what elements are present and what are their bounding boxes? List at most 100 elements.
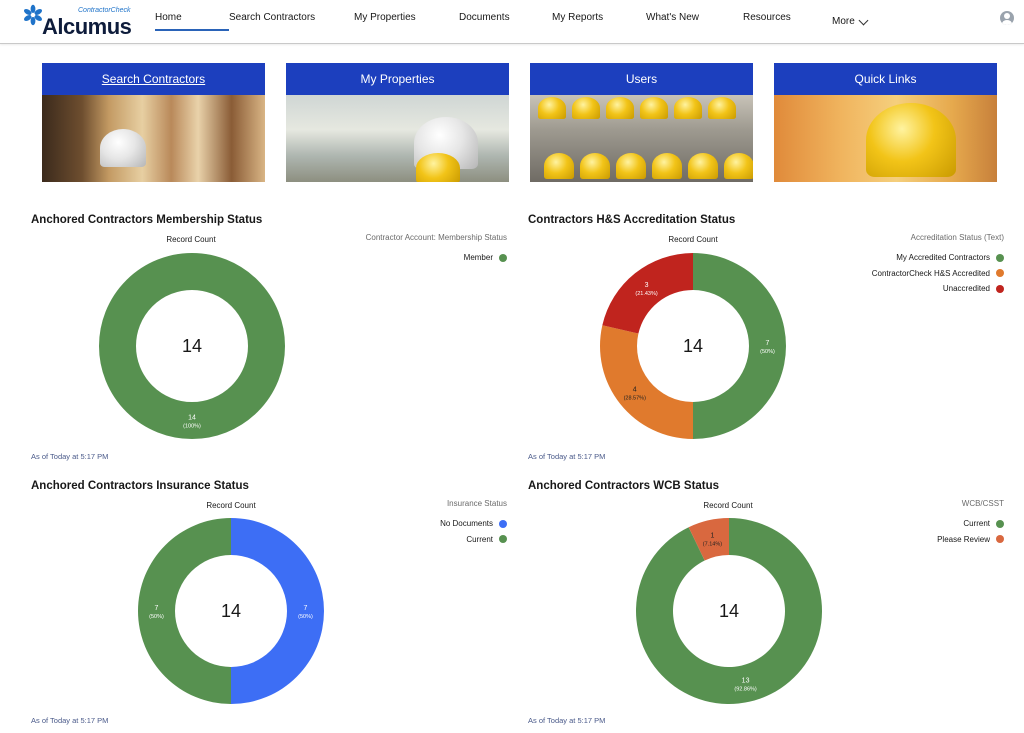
chart-title: Anchored Contractors Membership Status xyxy=(31,214,263,226)
donut-chart: 7 (50%) 4 (28.57%) 3 (21.43%) 14 xyxy=(600,253,786,439)
tile-quick-links[interactable]: Quick Links xyxy=(774,63,997,182)
refresh-timestamp: As of Today at 5:17 PM xyxy=(31,452,109,461)
alcumus-logo[interactable]: ContractorCheck Alcumus xyxy=(22,4,132,39)
nav-item-more[interactable]: More xyxy=(832,0,869,44)
legend-label: No Documents xyxy=(440,519,493,529)
legend-swatch xyxy=(499,535,507,544)
slice-value-label: 1 xyxy=(710,532,714,539)
tile-search-contractors[interactable]: Search Contractors xyxy=(42,63,265,182)
donut-slice-no-documents[interactable] xyxy=(231,518,324,704)
legend-label: Current xyxy=(963,519,990,529)
legend-label: My Accredited Contractors xyxy=(896,253,990,263)
slice-percent-label: (21.43%) xyxy=(635,291,657,297)
chart-legend: No Documents Current xyxy=(440,516,507,547)
nav-item-documents[interactable]: Documents xyxy=(459,0,552,44)
legend-item-current[interactable]: Current xyxy=(440,532,507,548)
legend-swatch xyxy=(499,253,507,262)
top-navigation-bar: ContractorCheck Alcumus Home Search Cont… xyxy=(0,0,1024,44)
chart-legend: My Accredited Contractors ContractorCheck… xyxy=(872,250,1004,297)
tile-title[interactable]: Search Contractors xyxy=(42,63,265,95)
refresh-timestamp: As of Today at 5:17 PM xyxy=(528,452,606,461)
refresh-timestamp: As of Today at 5:17 PM xyxy=(528,716,606,725)
slice-value-label: 14 xyxy=(188,415,196,422)
legend-label: Current xyxy=(466,534,493,544)
donut-chart: 7 (50%) 7 (50%) 14 xyxy=(138,518,324,704)
donut-center-total: 14 xyxy=(182,336,202,356)
legend-item-unaccredited[interactable]: Unaccredited xyxy=(872,281,1004,297)
slice-percent-label: (28.57%) xyxy=(624,395,646,401)
slice-value-label: 7 xyxy=(766,340,770,347)
legend-swatch xyxy=(996,519,1004,528)
legend-title: WCB/CSST xyxy=(961,499,1004,508)
legend-swatch xyxy=(996,269,1004,278)
chart-panel-accreditation-status: Contractors H&S Accreditation Status Rec… xyxy=(528,214,1008,464)
donut-chart: 14 (100%) 14 xyxy=(99,253,285,439)
legend-item-contractorcheck-h-s-accredited[interactable]: ContractorCheck H&S Accredited xyxy=(872,266,1004,282)
chart-measure-label: Record Count xyxy=(166,235,216,244)
tile-title: Quick Links xyxy=(774,63,997,95)
chart-panel-membership-status: Anchored Contractors Membership Status R… xyxy=(31,214,511,464)
nav-item-search-contractors[interactable]: Search Contractors xyxy=(229,0,354,44)
tile-users[interactable]: Users xyxy=(530,63,753,182)
donut-slice-my-accredited-contractors[interactable] xyxy=(693,253,786,439)
slice-percent-label: (50%) xyxy=(760,349,775,355)
chart-legend: Member xyxy=(464,250,507,266)
refresh-timestamp: As of Today at 5:17 PM xyxy=(31,716,109,725)
legend-item-my-accredited-contractors[interactable]: My Accredited Contractors xyxy=(872,250,1004,266)
nav-menu: Home Search Contractors My Properties Do… xyxy=(155,0,869,44)
legend-item-no-documents[interactable]: No Documents xyxy=(440,516,507,532)
donut-slice-contractorcheck-h-s-accredited[interactable] xyxy=(600,325,693,439)
tile-image-yellow-hard-hat xyxy=(774,95,997,182)
nav-item-resources[interactable]: Resources xyxy=(743,0,832,44)
nav-item-my-reports[interactable]: My Reports xyxy=(552,0,646,44)
chart-title: Anchored Contractors Insurance Status xyxy=(31,480,249,492)
legend-label: ContractorCheck H&S Accredited xyxy=(871,268,990,278)
logo-star-icon xyxy=(23,4,43,26)
slice-percent-label: (50%) xyxy=(298,614,313,620)
nav-item-whats-new[interactable]: What's New xyxy=(646,0,743,44)
tile-image-hat-rack xyxy=(530,95,753,182)
slice-value-label: 3 xyxy=(645,282,649,289)
tile-image-contractor-framing xyxy=(42,95,265,182)
legend-title: Accreditation Status (Text) xyxy=(910,233,1004,242)
legend-item-current[interactable]: Current xyxy=(937,516,1004,532)
chart-title: Anchored Contractors WCB Status xyxy=(528,480,720,492)
legend-title: Insurance Status xyxy=(446,499,507,508)
donut-center-total: 14 xyxy=(221,601,241,621)
chart-measure-label: Record Count xyxy=(206,501,256,510)
slice-percent-label: (7.14%) xyxy=(703,541,722,547)
tile-title: My Properties xyxy=(286,63,509,95)
legend-swatch xyxy=(996,535,1004,544)
legend-label: Unaccredited xyxy=(942,284,990,294)
donut-center-total: 14 xyxy=(719,601,739,621)
chart-panel-wcb-status: Anchored Contractors WCB Status Record C… xyxy=(528,480,1008,730)
slice-value-label: 4 xyxy=(633,386,637,393)
legend-label: Please Review xyxy=(937,534,990,544)
nav-item-home[interactable]: Home xyxy=(155,0,229,44)
legend-item-member[interactable]: Member xyxy=(464,250,507,266)
logo-wordmark: Alcumus xyxy=(42,14,132,39)
chevron-down-icon xyxy=(858,15,869,25)
nav-item-my-properties[interactable]: My Properties xyxy=(354,0,459,44)
tile-my-properties[interactable]: My Properties xyxy=(286,63,509,182)
legend-item-please-review[interactable]: Please Review xyxy=(937,532,1004,548)
tile-image-hard-hat xyxy=(286,95,509,182)
chart-measure-label: Record Count xyxy=(668,235,718,244)
nav-more-label: More xyxy=(832,16,855,27)
legend-label: Member xyxy=(463,253,493,263)
slice-percent-label: (50%) xyxy=(149,614,164,620)
donut-chart: 13 (92.86%) 1 (7.14%) 14 xyxy=(636,518,822,704)
chart-legend: Current Please Review xyxy=(937,516,1004,547)
tile-title: Users xyxy=(530,63,753,95)
donut-slice-current[interactable] xyxy=(138,518,231,704)
chart-measure-label: Record Count xyxy=(703,501,753,510)
logo-subbrand: ContractorCheck xyxy=(78,7,131,14)
legend-title: Contractor Account: Membership Status xyxy=(365,233,507,242)
user-avatar-icon[interactable] xyxy=(1000,11,1014,25)
slice-value-label: 7 xyxy=(155,605,159,612)
donut-center-total: 14 xyxy=(683,336,703,356)
legend-swatch xyxy=(499,519,507,528)
legend-swatch xyxy=(996,284,1004,293)
chart-title: Contractors H&S Accreditation Status xyxy=(528,214,736,226)
chart-panel-insurance-status: Anchored Contractors Insurance Status Re… xyxy=(31,480,511,730)
